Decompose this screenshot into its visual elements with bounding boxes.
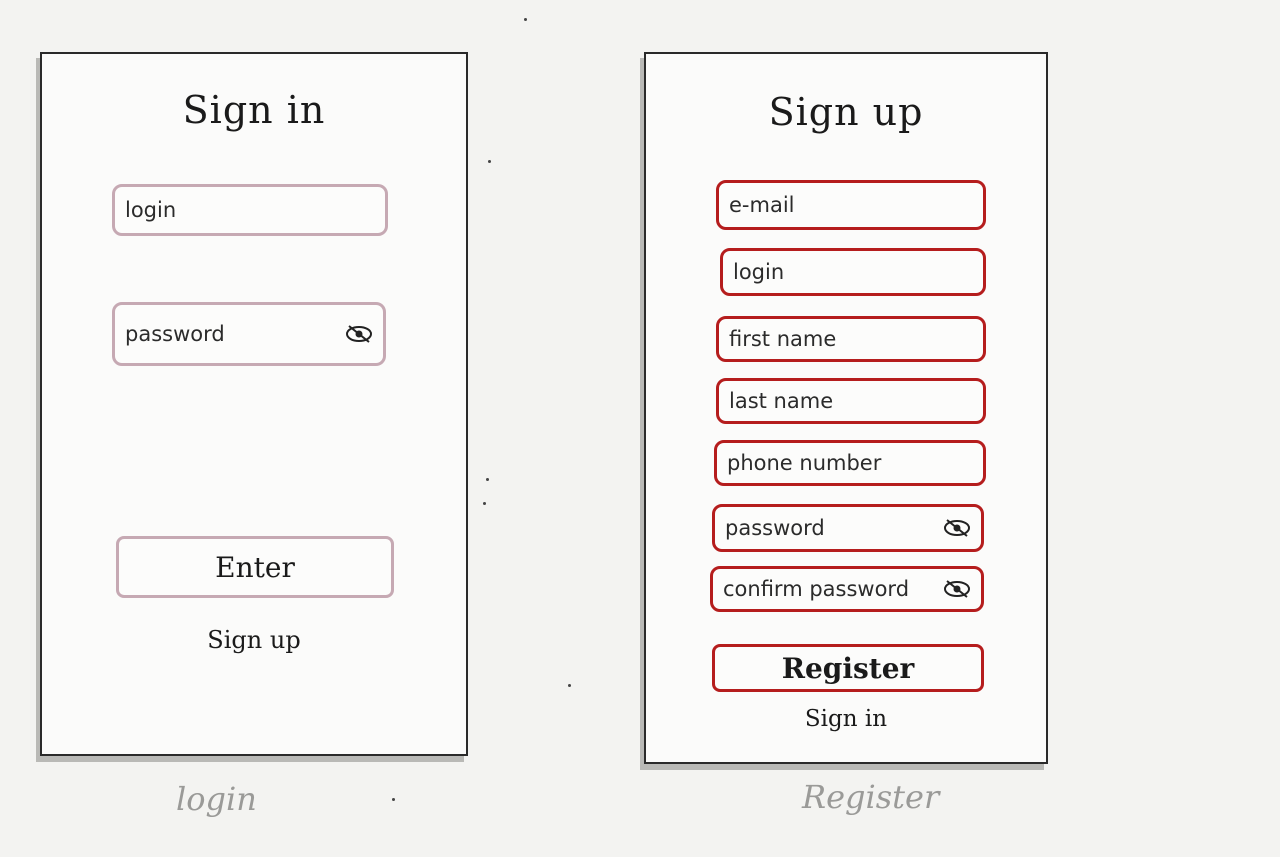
last-name-input[interactable]: last name bbox=[716, 378, 986, 424]
login-input[interactable]: login bbox=[112, 184, 388, 236]
paper-mark bbox=[524, 18, 527, 21]
login-screen: Sign in login password Enter Sign up bbox=[40, 52, 468, 756]
register-button[interactable]: Register bbox=[712, 644, 984, 692]
confirm-password-input-placeholder: confirm password bbox=[723, 577, 910, 601]
register-button-label: Register bbox=[781, 651, 915, 685]
phone-number-input-placeholder: phone number bbox=[727, 451, 882, 475]
login-caption: login bbox=[176, 780, 257, 818]
eye-slash-icon[interactable] bbox=[943, 518, 971, 538]
paper-mark bbox=[486, 478, 489, 481]
paper-mark bbox=[483, 502, 486, 505]
password-input[interactable]: password bbox=[712, 504, 984, 552]
confirm-password-input[interactable]: confirm password bbox=[710, 566, 984, 612]
register-title: Sign up bbox=[768, 90, 924, 134]
sign-in-link[interactable]: Sign in bbox=[646, 706, 1046, 732]
register-caption: Register bbox=[802, 778, 940, 816]
login-title: Sign in bbox=[182, 88, 326, 132]
email-input[interactable]: e-mail bbox=[716, 180, 986, 230]
password-input-placeholder: password bbox=[725, 516, 825, 540]
last-name-input-placeholder: last name bbox=[729, 389, 834, 413]
eye-slash-icon[interactable] bbox=[345, 324, 373, 344]
first-name-input[interactable]: first name bbox=[716, 316, 986, 362]
login-input[interactable]: login bbox=[720, 248, 986, 296]
password-input-placeholder: password bbox=[125, 322, 225, 346]
paper-mark bbox=[568, 684, 571, 687]
password-input[interactable]: password bbox=[112, 302, 386, 366]
email-input-placeholder: e-mail bbox=[729, 193, 795, 217]
sign-up-link[interactable]: Sign up bbox=[42, 626, 466, 654]
login-input-placeholder: login bbox=[125, 198, 177, 222]
register-screen: Sign up e-mail login first name last nam… bbox=[644, 52, 1048, 764]
login-input-placeholder: login bbox=[733, 260, 785, 284]
phone-number-input[interactable]: phone number bbox=[714, 440, 986, 486]
enter-button-label: Enter bbox=[215, 550, 295, 584]
enter-button[interactable]: Enter bbox=[116, 536, 394, 598]
paper-mark bbox=[392, 798, 395, 801]
paper-mark bbox=[488, 160, 491, 163]
first-name-input-placeholder: first name bbox=[729, 327, 837, 351]
eye-slash-icon[interactable] bbox=[943, 579, 971, 599]
